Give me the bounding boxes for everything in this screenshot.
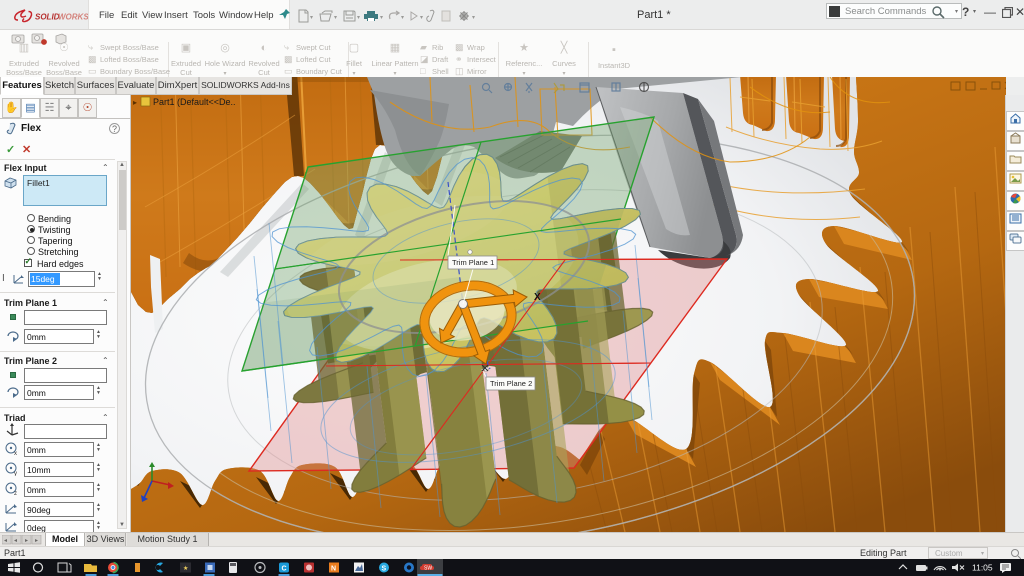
svg-text:S: S	[382, 566, 387, 573]
svg-text:11:05: 11:05	[972, 563, 993, 573]
svg-text:▾: ▾	[334, 15, 337, 21]
svg-text:▾: ▾	[310, 15, 313, 21]
svg-text:Part1 (Default<<De..: Part1 (Default<<De..	[153, 97, 236, 107]
svg-text:WORKS: WORKS	[58, 13, 89, 22]
svg-text:C: C	[282, 566, 287, 573]
svg-text:▾: ▾	[380, 15, 383, 21]
svg-text:Trim Plane 1: Trim Plane 1	[452, 258, 494, 267]
svg-text:Trim Plane 2: Trim Plane 2	[490, 379, 532, 388]
svg-text:▾: ▾	[420, 15, 423, 21]
svg-text:▸: ▸	[133, 98, 137, 107]
svg-text:★: ★	[183, 565, 188, 572]
svg-text:SW: SW	[424, 566, 432, 572]
svg-text:N: N	[331, 566, 336, 573]
svg-text:▸: ▸	[25, 538, 28, 544]
svg-text:SOLID: SOLID	[35, 13, 60, 22]
svg-text:z: z	[14, 491, 17, 496]
svg-text:▾: ▾	[472, 15, 475, 21]
svg-text:▾: ▾	[401, 15, 404, 21]
svg-text:y: y	[14, 471, 17, 476]
svg-text:▸: ▸	[35, 538, 38, 544]
svg-text:▾: ▾	[357, 15, 360, 21]
svg-text:x: x	[14, 451, 17, 456]
svg-text:◂: ◂	[14, 538, 17, 544]
svg-text:◂: ◂	[4, 538, 7, 544]
svg-text:X: X	[534, 292, 541, 303]
